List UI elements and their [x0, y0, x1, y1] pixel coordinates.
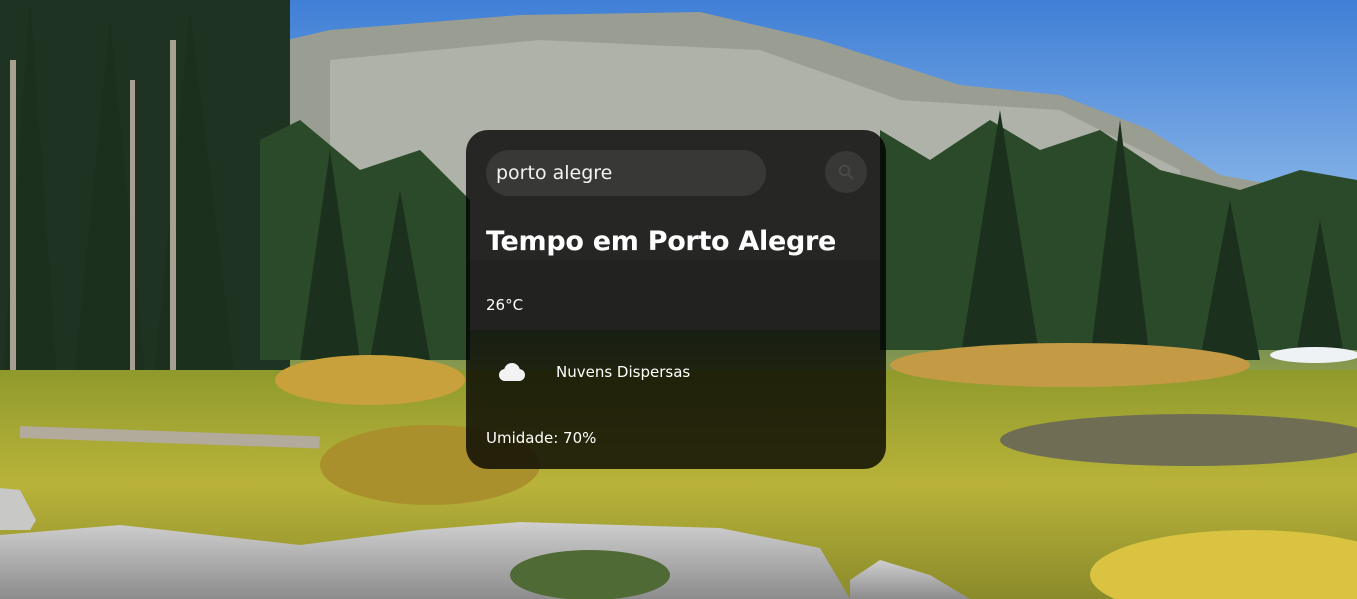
temperature: 26°C — [486, 296, 524, 314]
search-button[interactable] — [825, 151, 867, 193]
background-landscape: Tempo em Porto Alegre 26°C Nuvens Disper… — [0, 0, 1357, 599]
humidity: Umidade: 70% — [486, 429, 597, 447]
weather-condition: Nuvens Dispersas — [556, 363, 691, 381]
weather-card: Tempo em Porto Alegre 26°C Nuvens Disper… — [466, 130, 886, 469]
cloud-icon — [499, 363, 525, 381]
search-input[interactable] — [486, 150, 766, 196]
search-icon — [838, 164, 854, 180]
city-title: Tempo em Porto Alegre — [486, 226, 837, 257]
